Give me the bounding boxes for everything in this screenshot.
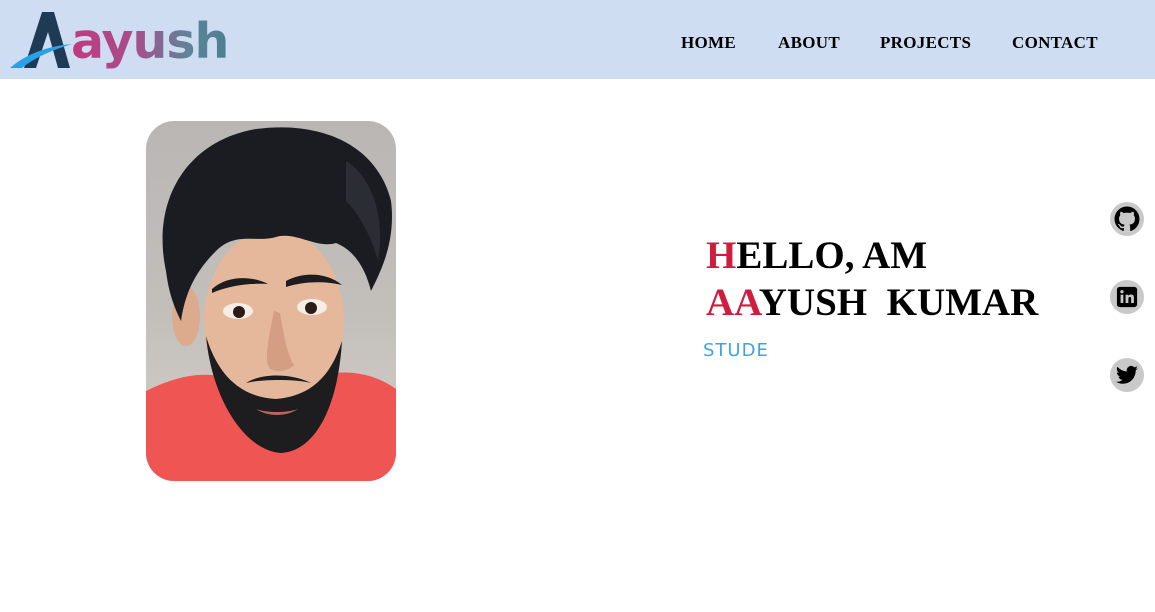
hero-greeting: HELLO, AM — [706, 233, 927, 279]
navbar: ayush HOME ABOUT PROJECTS CONTACT — [0, 0, 1155, 79]
profile-photo — [146, 121, 396, 481]
github-icon — [1114, 206, 1140, 232]
hero-name-accent: AA — [706, 281, 759, 324]
hero-role-typing: STUDE — [703, 340, 769, 361]
hero-greeting-rest: ELLO, AM — [736, 234, 928, 277]
hero-name: AAYUSH KUMAR — [706, 280, 1038, 326]
twitter-icon — [1116, 365, 1138, 384]
linkedin-icon — [1116, 286, 1138, 308]
github-link[interactable] — [1110, 202, 1144, 236]
hero-name-rest: YUSH KUMAR — [758, 281, 1039, 324]
profile-portrait-illustration — [146, 127, 396, 481]
linkedin-link[interactable] — [1110, 280, 1144, 314]
nav-projects-link[interactable]: PROJECTS — [880, 33, 971, 53]
twitter-link[interactable] — [1110, 358, 1144, 392]
nav-about-link[interactable]: ABOUT — [778, 33, 840, 53]
main-nav: HOME ABOUT PROJECTS CONTACT — [0, 33, 1155, 53]
hero-greeting-accent: H — [706, 234, 737, 277]
nav-home-link[interactable]: HOME — [681, 33, 736, 53]
nav-contact-link[interactable]: CONTACT — [1012, 33, 1098, 53]
